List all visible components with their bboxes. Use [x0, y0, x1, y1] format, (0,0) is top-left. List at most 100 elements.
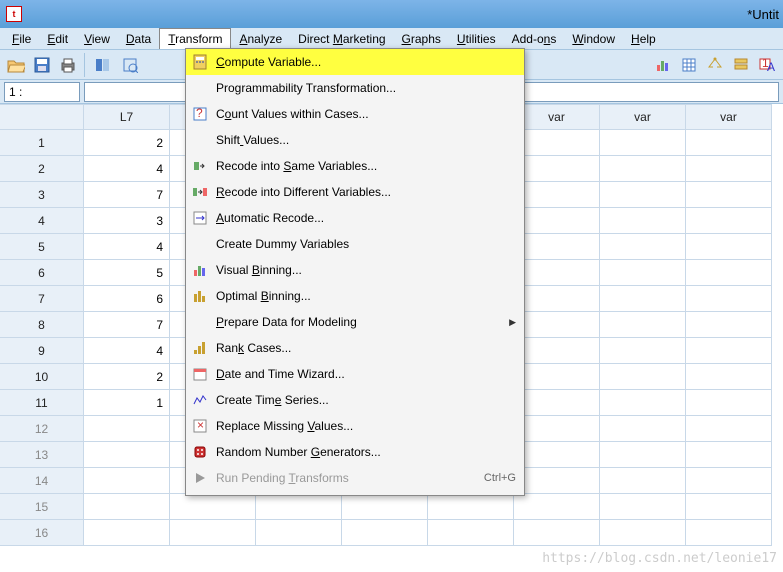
menu-transform[interactable]: Transform: [159, 28, 231, 49]
cell[interactable]: [84, 520, 170, 546]
row-header[interactable]: 5: [0, 234, 84, 260]
cell[interactable]: [686, 182, 772, 208]
goto-button[interactable]: [118, 53, 142, 77]
recall-button[interactable]: [92, 53, 116, 77]
menu-item-random-number-generators[interactable]: Random Number Generators...: [186, 439, 524, 465]
row-header[interactable]: 2: [0, 156, 84, 182]
cell[interactable]: [686, 364, 772, 390]
cell[interactable]: [686, 494, 772, 520]
cell[interactable]: [514, 520, 600, 546]
menu-graphs[interactable]: Graphs: [394, 29, 449, 49]
cell[interactable]: [514, 182, 600, 208]
menu-item-visual-binning[interactable]: Visual Binning...: [186, 257, 524, 283]
cell[interactable]: [514, 364, 600, 390]
menu-data[interactable]: Data: [118, 29, 159, 49]
cell[interactable]: [686, 390, 772, 416]
cell[interactable]: [600, 494, 686, 520]
row-header[interactable]: 3: [0, 182, 84, 208]
cell[interactable]: [514, 442, 600, 468]
save-button[interactable]: [30, 53, 54, 77]
menu-file[interactable]: File: [4, 29, 39, 49]
row-header[interactable]: 12: [0, 416, 84, 442]
cell[interactable]: [686, 260, 772, 286]
weight-button[interactable]: [703, 53, 727, 77]
cell[interactable]: [600, 156, 686, 182]
grid-button[interactable]: [677, 53, 701, 77]
menu-view[interactable]: View: [76, 29, 118, 49]
menu-item-recode-into-different-variables[interactable]: Recode into Different Variables...: [186, 179, 524, 205]
cell[interactable]: [84, 416, 170, 442]
cell[interactable]: [342, 520, 428, 546]
menu-item-date-and-time-wizard[interactable]: Date and Time Wizard...: [186, 361, 524, 387]
cell[interactable]: [600, 364, 686, 390]
menu-help[interactable]: Help: [623, 29, 664, 49]
cell[interactable]: [256, 520, 342, 546]
row-header[interactable]: 10: [0, 364, 84, 390]
menu-item-count-values-within-cases[interactable]: ?Count Values within Cases...: [186, 101, 524, 127]
cell[interactable]: [686, 208, 772, 234]
cell[interactable]: 2: [84, 364, 170, 390]
print-button[interactable]: [56, 53, 80, 77]
value-labels-button[interactable]: 1A: [755, 53, 779, 77]
cell[interactable]: [600, 286, 686, 312]
cell[interactable]: 7: [84, 312, 170, 338]
row-header[interactable]: 16: [0, 520, 84, 546]
cell[interactable]: [600, 416, 686, 442]
cell[interactable]: [514, 130, 600, 156]
cell[interactable]: [686, 338, 772, 364]
name-box[interactable]: 1 :: [4, 82, 80, 102]
cell[interactable]: [170, 494, 256, 520]
cell[interactable]: 1: [84, 390, 170, 416]
row-header[interactable]: 8: [0, 312, 84, 338]
cell[interactable]: 4: [84, 338, 170, 364]
cell[interactable]: [686, 442, 772, 468]
column-header[interactable]: var: [514, 104, 600, 130]
grid-corner[interactable]: [0, 104, 84, 130]
menu-utilities[interactable]: Utilities: [449, 29, 504, 49]
cell[interactable]: [686, 286, 772, 312]
cell[interactable]: [686, 312, 772, 338]
menu-item-create-time-series[interactable]: Create Time Series...: [186, 387, 524, 413]
row-header[interactable]: 15: [0, 494, 84, 520]
menu-window[interactable]: Window: [564, 29, 623, 49]
cell[interactable]: [514, 390, 600, 416]
column-header[interactable]: L7: [84, 104, 170, 130]
cell[interactable]: 4: [84, 156, 170, 182]
cell[interactable]: 2: [84, 130, 170, 156]
menu-edit[interactable]: Edit: [39, 29, 76, 49]
cell[interactable]: [600, 468, 686, 494]
cell[interactable]: [600, 312, 686, 338]
cell[interactable]: [514, 286, 600, 312]
menu-item-replace-missing-values[interactable]: ×Replace Missing Values...: [186, 413, 524, 439]
row-header[interactable]: 7: [0, 286, 84, 312]
cell[interactable]: [686, 156, 772, 182]
cell[interactable]: [514, 156, 600, 182]
cell[interactable]: [84, 468, 170, 494]
column-header[interactable]: var: [686, 104, 772, 130]
menu-item-automatic-recode[interactable]: Automatic Recode...: [186, 205, 524, 231]
cell[interactable]: 5: [84, 260, 170, 286]
open-button[interactable]: [4, 53, 28, 77]
row-header[interactable]: 14: [0, 468, 84, 494]
menu-item-shift-values[interactable]: Shift Values...: [186, 127, 524, 153]
cell[interactable]: [686, 468, 772, 494]
cell[interactable]: [514, 234, 600, 260]
menu-item-compute-variable[interactable]: Compute Variable...: [186, 49, 524, 75]
cell[interactable]: [514, 468, 600, 494]
cell[interactable]: [514, 494, 600, 520]
cell[interactable]: [514, 312, 600, 338]
cell[interactable]: 7: [84, 182, 170, 208]
cell[interactable]: [686, 130, 772, 156]
row-header[interactable]: 6: [0, 260, 84, 286]
cell[interactable]: [600, 182, 686, 208]
cell[interactable]: [600, 520, 686, 546]
cell[interactable]: [600, 234, 686, 260]
cell[interactable]: [686, 520, 772, 546]
cell[interactable]: [600, 130, 686, 156]
cell[interactable]: [514, 416, 600, 442]
menu-item-create-dummy-variables[interactable]: Create Dummy Variables: [186, 231, 524, 257]
cell[interactable]: [514, 208, 600, 234]
menu-analyze[interactable]: Analyze: [231, 29, 290, 49]
row-header[interactable]: 11: [0, 390, 84, 416]
cell[interactable]: [342, 494, 428, 520]
